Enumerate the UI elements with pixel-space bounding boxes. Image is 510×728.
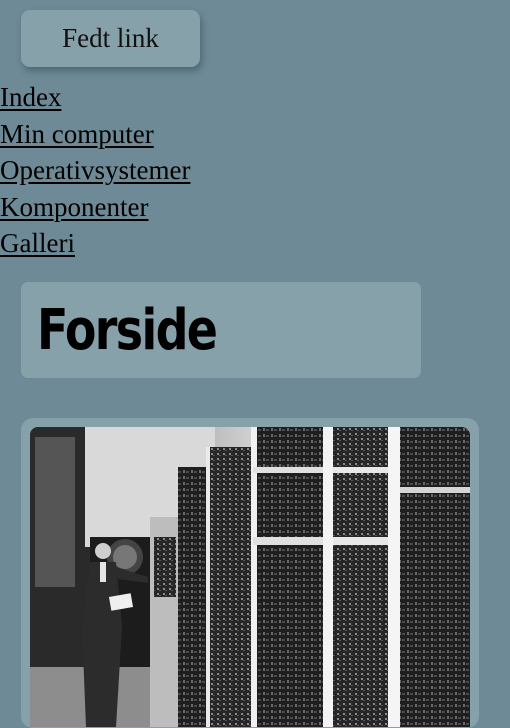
nav-link-min-computer[interactable]: Min computer [0, 116, 190, 153]
page-title: Forside [37, 297, 218, 363]
image-panel [21, 418, 479, 728]
fedt-link-button[interactable]: Fedt link [21, 10, 200, 67]
nav-link-komponenter[interactable]: Komponenter [0, 189, 190, 226]
nav-link-operativsystemer[interactable]: Operativsystemer [0, 152, 190, 189]
title-panel: Forside [21, 282, 421, 378]
main-nav: Index Min computer Operativsystemer Komp… [0, 79, 190, 262]
nav-link-galleri[interactable]: Galleri [0, 225, 190, 262]
nav-link-index[interactable]: Index [0, 79, 190, 116]
mainframe-computer-photo [30, 427, 470, 727]
